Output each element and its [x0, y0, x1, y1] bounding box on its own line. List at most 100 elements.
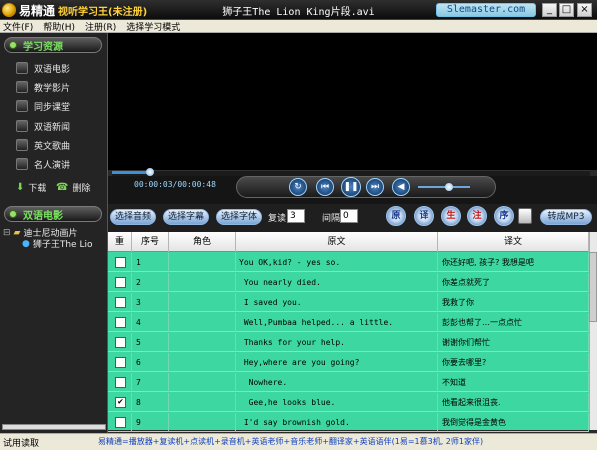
- show-translation-button[interactable]: 译: [414, 206, 434, 226]
- next-button[interactable]: ⏭: [366, 178, 384, 196]
- translation-cell[interactable]: 你还好吧, 孩子? 我想是吧: [438, 253, 589, 272]
- folder-icon: ▰: [13, 227, 21, 238]
- menu-file[interactable]: 文件(F): [3, 20, 33, 33]
- table-row[interactable]: 5 Thanks for your help. 谢谢你们帮忙: [108, 333, 589, 352]
- sidebar-hscrollbar[interactable]: [2, 424, 106, 430]
- role-cell: [169, 353, 236, 372]
- sidebar-item-speeches[interactable]: 名人演讲: [16, 156, 104, 172]
- sidebar-item-news[interactable]: 双语新闻: [16, 118, 104, 134]
- repeat-checkbox[interactable]: [115, 337, 126, 348]
- number-cell: 2: [132, 273, 169, 292]
- sidebar-item-classroom[interactable]: 同步课堂: [16, 98, 104, 114]
- repeat-checkbox[interactable]: [115, 277, 126, 288]
- repeat-icon: ↻: [294, 182, 302, 192]
- number-cell: 4: [132, 313, 169, 332]
- section-header-resources[interactable]: 学习资源: [4, 37, 102, 53]
- column-header-role[interactable]: 角色: [169, 232, 236, 252]
- original-text-cell[interactable]: I'd say brownish gold.: [236, 413, 438, 432]
- download-icon: ⬇: [16, 182, 25, 193]
- table-row[interactable]: ✔ 8 Gee,he looks blue. 他看起来很沮丧.: [108, 393, 589, 412]
- translation-cell[interactable]: 他看起来很沮丧.: [438, 393, 589, 412]
- original-text-cell[interactable]: You OK,kid? - yes so.: [236, 253, 438, 272]
- column-header-original[interactable]: 原文: [236, 232, 438, 252]
- seek-handle[interactable]: [146, 168, 154, 176]
- number-cell: 8: [132, 393, 169, 412]
- repeat-checkbox[interactable]: [115, 357, 126, 368]
- original-text-cell[interactable]: I saved you.: [236, 293, 438, 312]
- previous-button[interactable]: ⏮: [316, 178, 334, 196]
- menu-learning-mode[interactable]: 选择学习模式: [126, 20, 180, 33]
- menu-help[interactable]: 帮助(H): [43, 20, 75, 33]
- music-icon: [16, 139, 28, 151]
- translation-cell[interactable]: 你差点就死了: [438, 273, 589, 292]
- save-icon[interactable]: [518, 208, 532, 224]
- show-original-button[interactable]: 原: [386, 206, 406, 226]
- repeat-checkbox[interactable]: ✔: [115, 397, 126, 408]
- maximize-button[interactable]: □: [559, 3, 574, 17]
- original-text-cell[interactable]: Hey,where are you going?: [236, 353, 438, 372]
- volume-handle[interactable]: [445, 183, 453, 191]
- repeat-checkbox[interactable]: [115, 317, 126, 328]
- sidebar-item-label: 双语新闻: [34, 122, 71, 133]
- table-scroll-thumb[interactable]: [589, 252, 597, 322]
- column-header-translation[interactable]: 译文: [438, 232, 589, 252]
- table-row[interactable]: 4 Well,Pumbaa helped... a little. 彭彭也帮了…一…: [108, 313, 589, 332]
- interval-label: 间隔: [322, 214, 341, 224]
- sequence-button[interactable]: 序: [494, 206, 514, 226]
- sidebar-item-label: 教学影片: [34, 83, 71, 94]
- column-header-repeat[interactable]: 重: [108, 232, 132, 252]
- new-words-button[interactable]: 生: [441, 206, 461, 226]
- translation-cell[interactable]: 我倒觉得是金黄色: [438, 413, 589, 432]
- table-row[interactable]: 7 Nowhere. 不知道: [108, 373, 589, 392]
- section-header-movies[interactable]: 双语电影: [4, 206, 102, 222]
- pause-button[interactable]: ❚❚: [341, 177, 361, 197]
- seek-progress: [112, 171, 150, 174]
- download-button[interactable]: ⬇ 下载: [16, 181, 46, 194]
- close-button[interactable]: ×: [577, 3, 592, 17]
- select-font-button[interactable]: 选择字体: [216, 209, 262, 225]
- tree-item-lion-king[interactable]: ● 狮子王The Lio: [22, 237, 106, 251]
- volume-button[interactable]: ◀: [392, 178, 410, 196]
- annotation-button[interactable]: 注: [467, 206, 487, 226]
- column-header-number[interactable]: 序号: [132, 232, 169, 252]
- repeat-checkbox[interactable]: [115, 297, 126, 308]
- table-row[interactable]: 9 I'd say brownish gold. 我倒觉得是金黄色: [108, 413, 589, 432]
- table-row[interactable]: 1 You OK,kid? - yes so. 你还好吧, 孩子? 我想是吧: [108, 253, 589, 272]
- video-icon: [16, 81, 28, 93]
- menu-register[interactable]: 注册(R): [85, 20, 116, 33]
- volume-slider[interactable]: [418, 186, 470, 188]
- repeat-checkbox[interactable]: [115, 417, 126, 428]
- table-row[interactable]: 3 I saved you. 我救了你: [108, 293, 589, 312]
- translation-cell[interactable]: 我救了你: [438, 293, 589, 312]
- site-badge[interactable]: Slemaster.com: [436, 3, 536, 17]
- repeat-button[interactable]: ↻: [289, 178, 307, 196]
- original-text-cell[interactable]: Nowhere.: [236, 373, 438, 392]
- translation-cell[interactable]: 你要去哪里?: [438, 353, 589, 372]
- pause-icon: ❚❚: [343, 182, 359, 192]
- convert-mp3-button[interactable]: 转成MP3: [540, 209, 592, 225]
- delete-button[interactable]: ☎ 删除: [56, 181, 90, 194]
- sidebar-item-teaching-videos[interactable]: 教学影片: [16, 79, 104, 95]
- repeat-count-select[interactable]: 3: [287, 209, 305, 223]
- original-text-cell[interactable]: Well,Pumbaa helped... a little.: [236, 313, 438, 332]
- sidebar-item-movies[interactable]: 双语电影: [16, 60, 104, 76]
- select-audio-button[interactable]: 选择音频: [110, 209, 156, 225]
- video-display[interactable]: [108, 33, 597, 170]
- translation-cell[interactable]: 谢谢你们帮忙: [438, 333, 589, 352]
- section-title: 学习资源: [23, 41, 63, 53]
- minimize-button[interactable]: _: [542, 3, 557, 17]
- interval-select[interactable]: 0: [340, 209, 358, 223]
- checkmark-icon: ✔: [117, 397, 124, 407]
- tree-item-label: 狮子王The Lio: [32, 240, 93, 250]
- repeat-checkbox[interactable]: [115, 377, 126, 388]
- original-text-cell[interactable]: Thanks for your help.: [236, 333, 438, 352]
- translation-cell[interactable]: 彭彭也帮了…一点点忙: [438, 313, 589, 332]
- original-text-cell[interactable]: You nearly died.: [236, 273, 438, 292]
- original-text-cell[interactable]: Gee,he looks blue.: [236, 393, 438, 412]
- table-row[interactable]: 2 You nearly died. 你差点就死了: [108, 273, 589, 292]
- translation-cell[interactable]: 不知道: [438, 373, 589, 392]
- sidebar-item-songs[interactable]: 英文歌曲: [16, 137, 104, 153]
- repeat-checkbox[interactable]: [115, 257, 126, 268]
- table-row[interactable]: 6 Hey,where are you going? 你要去哪里?: [108, 353, 589, 372]
- select-subtitle-button[interactable]: 选择字幕: [163, 209, 209, 225]
